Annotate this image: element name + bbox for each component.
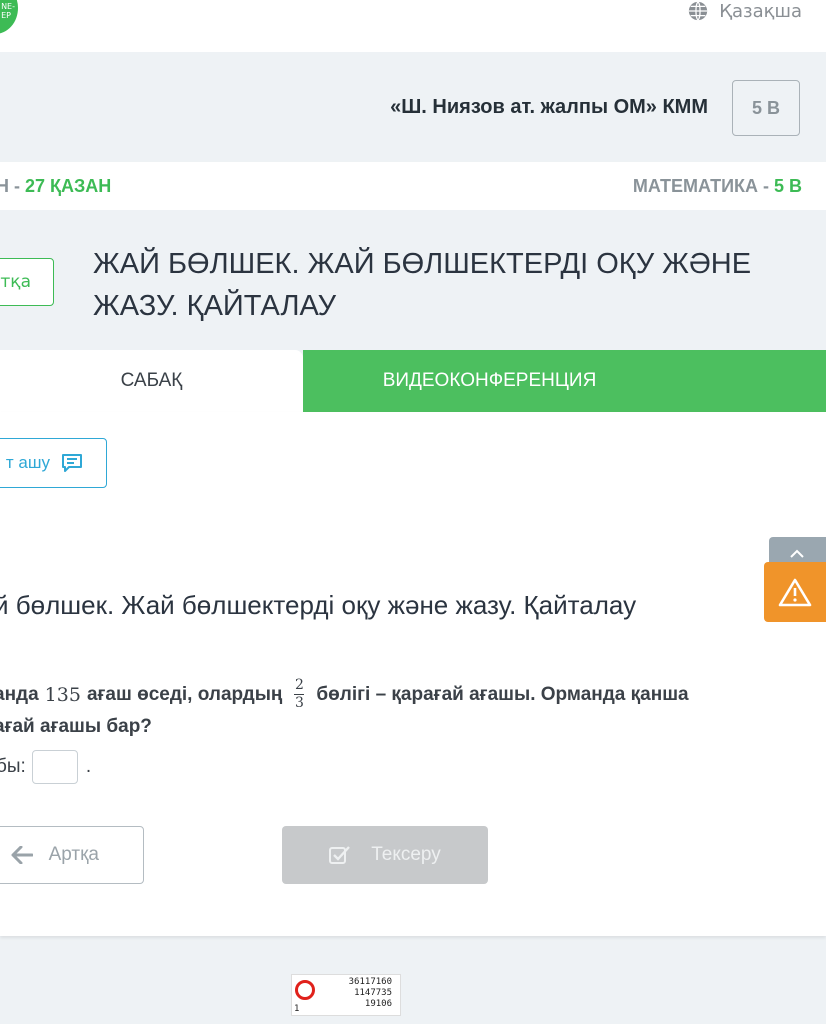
date-value: 27 ҚАЗАН [25,176,112,196]
arrow-left-icon [11,846,33,864]
tab-videoconference[interactable]: ВИДЕОКОНФЕРЕНЦИЯ [303,350,826,412]
stamp-line-3: 19106 [364,999,392,1009]
task-title: й бөлшек. Жай бөлшектерді оқу және жазу.… [0,590,637,620]
stamp-line-1: 36117160 [348,977,392,987]
fraction: 2 3 [294,677,305,711]
stamp-numbers: 36117160 1147735 19106 [349,977,392,1010]
back-button[interactable]: Артқа [0,826,144,884]
question-part-1: анда [0,683,39,705]
answer-dot: . [85,756,92,777]
day-fragment: Н - [0,176,20,196]
language-selector[interactable]: Қазақша [687,0,802,22]
class-badge[interactable]: 5 В [732,80,800,136]
subject-label: МАТЕМАТИКА - 5 В [633,176,802,197]
globe-icon [689,1,708,21]
check-button[interactable]: Тексеру [282,826,488,884]
back-button-top[interactable]: ртқа [0,258,54,306]
warning-icon [778,578,812,607]
question-part-2: ағаш өседі, олардың [86,683,283,705]
stamp-line-2: 1147735 [354,988,392,998]
tab-lesson[interactable]: САБАҚ [0,350,303,412]
checkbox-check-icon [329,846,351,864]
question-number: 135 [44,683,81,706]
report-problem-button[interactable] [764,562,826,622]
question-line-2: ағай ағашы бар? [0,716,152,737]
fraction-numerator: 2 [294,677,304,693]
answer-label: бы: [0,756,26,777]
question-part-3: бөлігі – қарағай ағашы. Орманда қанша [316,683,689,705]
answer-input[interactable] [31,750,78,784]
question-line-1: анда 135 ағаш өседі, олардың 2 3 бөлігі … [0,678,689,711]
subject-class: 5 В [773,176,802,196]
page-title: ЖАЙ БӨЛШЕК. ЖАЙ БӨЛШЕКТЕРДІ ОҚУ ЖӘНЕ ЖАЗ… [93,248,752,322]
lesson-date: Н - 27 ҚАЗАН [0,176,111,197]
stamp-circle-icon [295,980,315,1000]
open-chat-button[interactable]: т ашу [0,438,107,488]
check-label: Тексеру [371,844,441,865]
school-name: «Ш. Ниязов ат. жалпы ОМ» КММ [390,96,708,118]
scan-stamp: 36117160 1147735 19106 1 [291,974,401,1016]
back-label: Артқа [48,844,99,865]
fraction-denominator: 3 [294,695,304,711]
logo-text: NE- EP [1,2,15,20]
language-label: Қазақша [719,0,802,22]
subject-name: МАТЕМАТИКА - [632,176,774,196]
stamp-corner: 1 [294,1004,300,1014]
answer-row: бы: . [0,750,91,784]
chevron-up-icon [790,549,804,558]
chat-icon [62,454,82,472]
chat-label: т ашу [5,453,50,472]
